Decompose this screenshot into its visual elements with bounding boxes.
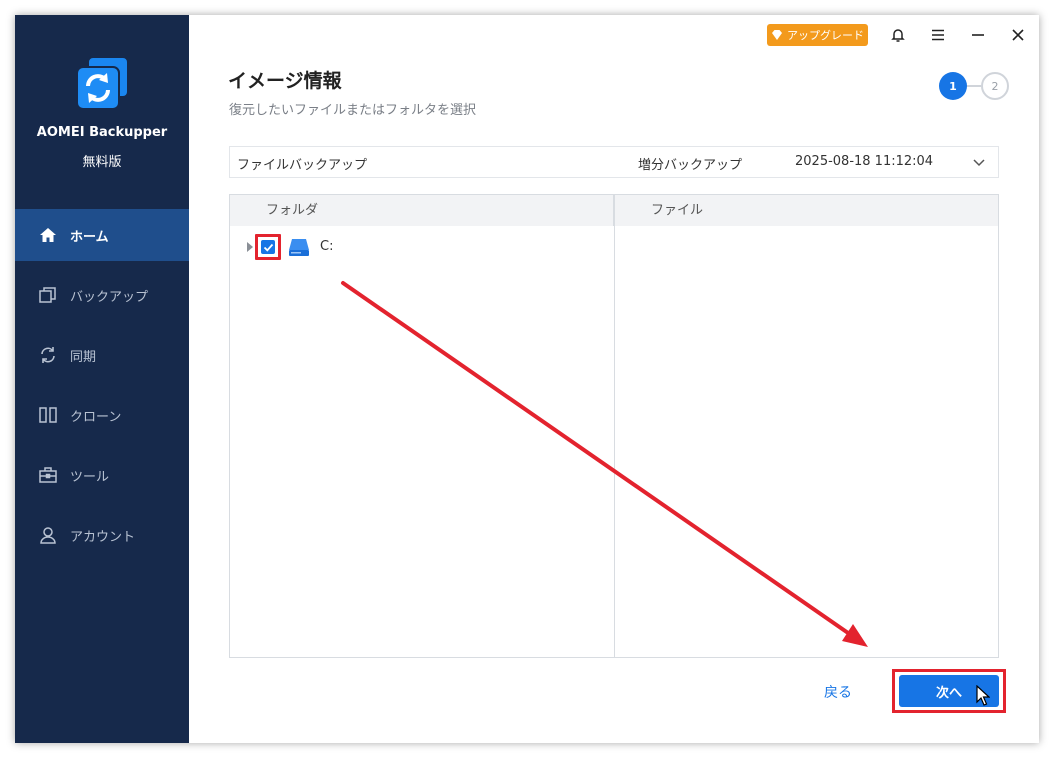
step-indicator: 1 2 xyxy=(939,71,1009,101)
step-next: 2 xyxy=(981,72,1009,100)
aomei-logo-icon xyxy=(76,56,129,110)
upgrade-button[interactable]: アップグレード xyxy=(767,24,868,46)
drive-label: C: xyxy=(320,239,334,254)
notification-button[interactable] xyxy=(886,24,910,46)
folder-column-header: フォルダ xyxy=(230,195,614,226)
clone-icon xyxy=(38,405,58,425)
app-name: AOMEI Backupper xyxy=(36,125,168,140)
bell-icon xyxy=(891,29,905,42)
sidebar-item-label: ホーム xyxy=(70,229,109,245)
page-subtitle: 復元したいファイルまたはフォルタを選択 xyxy=(229,103,477,118)
sidebar-item-label: アカウント xyxy=(70,529,136,545)
tree-item[interactable]: C: xyxy=(230,233,614,261)
sidebar-item-backup[interactable]: バックアップ xyxy=(15,269,189,321)
sync-icon xyxy=(38,345,58,365)
account-icon xyxy=(38,525,58,545)
backup-icon xyxy=(38,285,58,305)
checkmark-icon xyxy=(263,243,273,252)
column-divider xyxy=(614,195,615,657)
file-column-header: ファイル xyxy=(615,195,998,226)
drive-icon xyxy=(289,239,309,256)
menu-button[interactable] xyxy=(926,24,950,46)
close-icon xyxy=(1012,29,1024,41)
backup-type: 増分バックアップ xyxy=(638,158,743,173)
file-tree-panel: フォルダ ファイル C: xyxy=(229,194,999,658)
hamburger-icon xyxy=(932,29,944,41)
step-connector xyxy=(967,85,981,87)
sidebar-item-label: バックアップ xyxy=(70,289,149,305)
expand-arrow-icon[interactable] xyxy=(245,241,255,253)
home-icon xyxy=(38,225,58,245)
upgrade-label: アップグレード xyxy=(787,29,864,42)
backup-time: 2025-08-18 11:12:04 xyxy=(795,154,934,169)
sidebar-item-tools[interactable]: ツール xyxy=(15,449,189,501)
backup-name: ファイルバックアップ xyxy=(237,158,368,173)
minimize-button[interactable] xyxy=(966,24,990,46)
close-button[interactable] xyxy=(1006,24,1030,46)
step-current: 1 xyxy=(939,72,967,100)
chevron-down-icon xyxy=(973,159,985,167)
app-edition: 無料版 xyxy=(82,155,122,170)
sidebar-item-clone[interactable]: クローン xyxy=(15,389,189,441)
diamond-icon xyxy=(772,30,782,40)
backup-version-select[interactable]: ファイルバックアップ 増分バックアップ 2025-08-18 11:12:04 xyxy=(229,146,999,178)
sidebar-item-label: クローン xyxy=(70,409,122,425)
sidebar-item-sync[interactable]: 同期 xyxy=(15,329,189,381)
sidebar-item-label: 同期 xyxy=(70,349,97,365)
back-button[interactable]: 戻る xyxy=(824,682,852,702)
sidebar-item-home[interactable]: ホーム xyxy=(15,209,189,261)
mouse-cursor-icon xyxy=(976,685,990,706)
sidebar-item-label: ツール xyxy=(70,469,110,485)
drive-checkbox[interactable] xyxy=(261,240,275,254)
tools-icon xyxy=(38,465,58,485)
sidebar-item-account[interactable]: アカウント xyxy=(15,509,189,561)
sidebar-nav: ホーム バックアップ 同期 クローン ツール アカウント xyxy=(15,209,189,569)
minimize-icon xyxy=(972,34,984,36)
sidebar: AOMEI Backupper 無料版 ホーム バックアップ 同期 クローン ツ… xyxy=(15,15,189,743)
app-window: AOMEI Backupper 無料版 ホーム バックアップ 同期 クローン ツ… xyxy=(15,15,1039,743)
page-title: イメージ情報 xyxy=(228,70,342,92)
